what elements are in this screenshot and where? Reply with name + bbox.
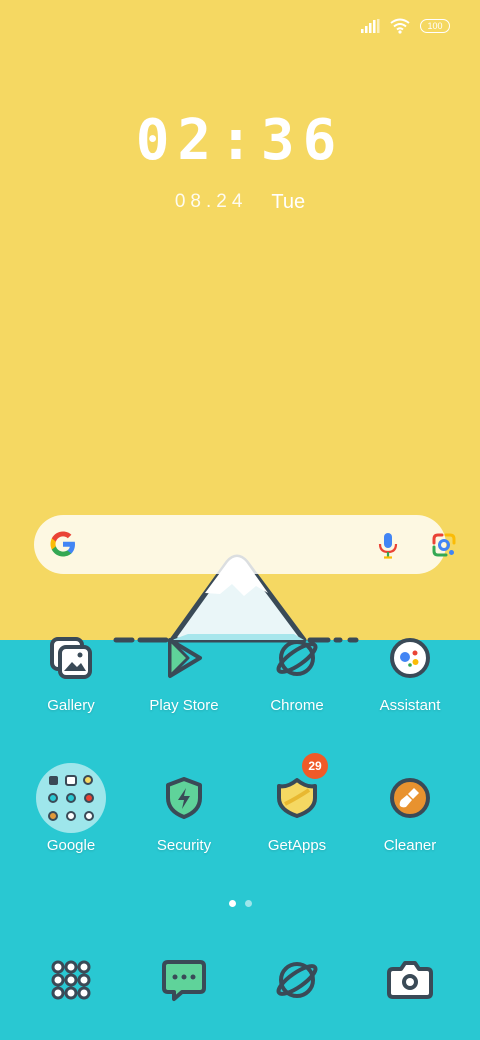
battery-icon: 100 <box>420 19 450 33</box>
weekday-text: Tue <box>271 191 306 213</box>
browser-planet-icon <box>276 962 318 998</box>
signal-icon <box>361 19 380 33</box>
app-label: Security <box>156 837 212 854</box>
app-gallery[interactable]: Gallery <box>16 623 126 714</box>
microphone-icon[interactable] <box>374 530 402 560</box>
camera-icon <box>387 961 433 999</box>
app-label: Chrome <box>270 697 324 714</box>
google-lens-icon[interactable] <box>430 531 458 559</box>
google-logo-icon <box>50 531 75 557</box>
getapps-icon: 29 <box>262 753 332 833</box>
app-getapps[interactable]: 29 GetApps <box>242 753 352 854</box>
app-cleaner[interactable]: Cleaner <box>355 763 465 854</box>
chrome-planet-icon <box>262 623 332 693</box>
google-search-bar[interactable] <box>34 515 456 574</box>
security-shield-icon <box>149 763 219 833</box>
page-dot-active[interactable] <box>228 900 236 907</box>
assistant-icon <box>375 623 445 693</box>
folder-icon <box>36 763 106 833</box>
lock-date: 08.24 Tue <box>0 191 480 214</box>
cleaner-brush-icon <box>375 763 445 833</box>
page-dot[interactable] <box>244 900 252 907</box>
lock-clock: 02:36 <box>135 108 345 173</box>
app-google-folder[interactable]: Google <box>16 763 126 854</box>
app-label: Cleaner <box>383 837 437 854</box>
app-label: Play Store <box>149 697 219 714</box>
dock-camera[interactable] <box>380 950 440 1010</box>
battery-level: 100 <box>427 21 443 31</box>
app-security[interactable]: Security <box>129 763 239 854</box>
dock-messages[interactable] <box>154 950 214 1010</box>
app-chrome[interactable]: Chrome <box>242 623 352 714</box>
app-drawer-icon <box>51 960 91 1000</box>
notification-badge: 29 <box>302 753 328 779</box>
dock-browser[interactable] <box>267 950 327 1010</box>
dock-app-drawer[interactable] <box>41 950 101 1010</box>
wifi-icon <box>390 18 410 34</box>
app-play-store[interactable]: Play Store <box>129 623 239 714</box>
date-text: 08.24 <box>174 191 248 212</box>
play-store-icon <box>149 623 219 693</box>
page-indicator <box>0 900 480 907</box>
gallery-icon <box>36 623 106 693</box>
app-label: Assistant <box>379 697 441 714</box>
app-label: Google <box>46 837 96 854</box>
messages-icon <box>162 960 206 1001</box>
app-assistant[interactable]: Assistant <box>355 623 465 714</box>
status-bar: 100 <box>360 18 450 34</box>
app-label: GetApps <box>267 837 327 854</box>
app-label: Gallery <box>47 697 95 714</box>
